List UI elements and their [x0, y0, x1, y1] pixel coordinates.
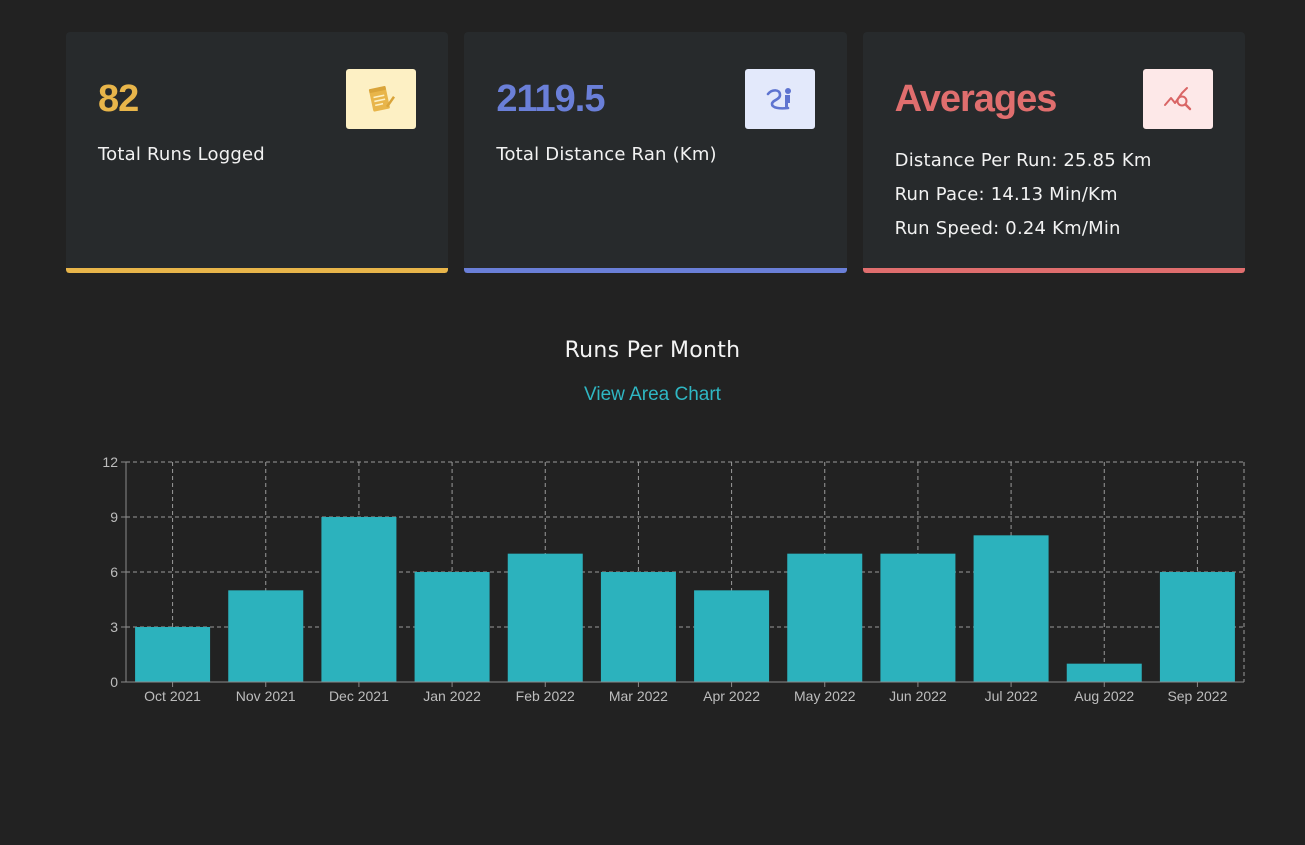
- card-accent-bar: [862, 268, 1245, 273]
- bar: [787, 553, 863, 682]
- x-tick-label: May 2022: [794, 688, 856, 704]
- averages-list: Distance Per Run: 25.85 Km Run Pace: 14.…: [895, 144, 1152, 246]
- stat-cards: 82 Total Runs Logged 2119.5 Total Distan…: [66, 32, 1245, 273]
- x-tick-label: Jun 2022: [889, 688, 947, 704]
- bar: [321, 517, 397, 682]
- x-tick-label: Feb 2022: [516, 688, 575, 704]
- x-tick-label: Jul 2022: [985, 688, 1038, 704]
- total-runs-value: 82: [98, 78, 139, 120]
- chart-title: Runs Per Month: [564, 338, 741, 363]
- y-tick-label: 3: [110, 619, 118, 635]
- run-speed: Run Speed: 0.24 Km/Min: [894, 218, 1121, 239]
- total-runs-card: 82 Total Runs Logged: [66, 32, 449, 273]
- y-tick-label: 9: [110, 509, 118, 525]
- y-tick-label: 6: [110, 564, 118, 580]
- distance-per-run: Distance Per Run: 25.85 Km: [894, 150, 1152, 171]
- x-tick-label: Nov 2021: [236, 688, 296, 704]
- view-area-chart-link[interactable]: View Area Chart: [0, 384, 1305, 406]
- bar: [600, 572, 676, 682]
- x-tick-label: Sep 2022: [1167, 688, 1227, 704]
- run-pace: Run Pace: 14.13 Min/Km: [894, 184, 1118, 205]
- x-tick-label: Apr 2022: [703, 688, 760, 704]
- y-tick-label: 0: [110, 674, 118, 690]
- total-distance-card: 2119.5 Total Distance Ran (Km): [464, 32, 847, 273]
- total-distance-label: Total Distance Ran (Km): [496, 144, 717, 165]
- x-tick-label: Dec 2021: [329, 688, 389, 704]
- x-tick-label: Jan 2022: [423, 688, 481, 704]
- bar: [694, 590, 770, 682]
- card-accent-bar: [464, 268, 847, 273]
- bar: [414, 572, 490, 682]
- x-tick-label: Oct 2021: [144, 688, 201, 704]
- bar: [507, 553, 583, 682]
- averages-card: Averages Distance Per Run: 25.85 Km Run …: [862, 32, 1245, 273]
- card-accent-bar: [66, 268, 449, 273]
- bar: [1066, 663, 1142, 682]
- y-tick-label: 12: [102, 454, 118, 470]
- bar: [228, 590, 304, 682]
- notepad-icon: [346, 69, 417, 129]
- bar: [973, 535, 1049, 682]
- bar: [880, 553, 956, 682]
- x-tick-label: Mar 2022: [609, 688, 668, 704]
- total-distance-value: 2119.5: [496, 78, 605, 120]
- averages-title: Averages: [894, 78, 1058, 120]
- bar: [135, 627, 211, 682]
- bar: [1159, 572, 1235, 682]
- runner-icon: [744, 69, 815, 129]
- chart-search-icon: [1142, 69, 1213, 129]
- runs-per-month-chart: 0 3 6 9 12 Oct 2021 Nov 2021 Dec 2021 Jan 2022 Fe…: [102, 454, 1245, 704]
- total-runs-label: Total Runs Logged: [98, 144, 265, 165]
- x-tick-label: Aug 2022: [1074, 688, 1134, 704]
